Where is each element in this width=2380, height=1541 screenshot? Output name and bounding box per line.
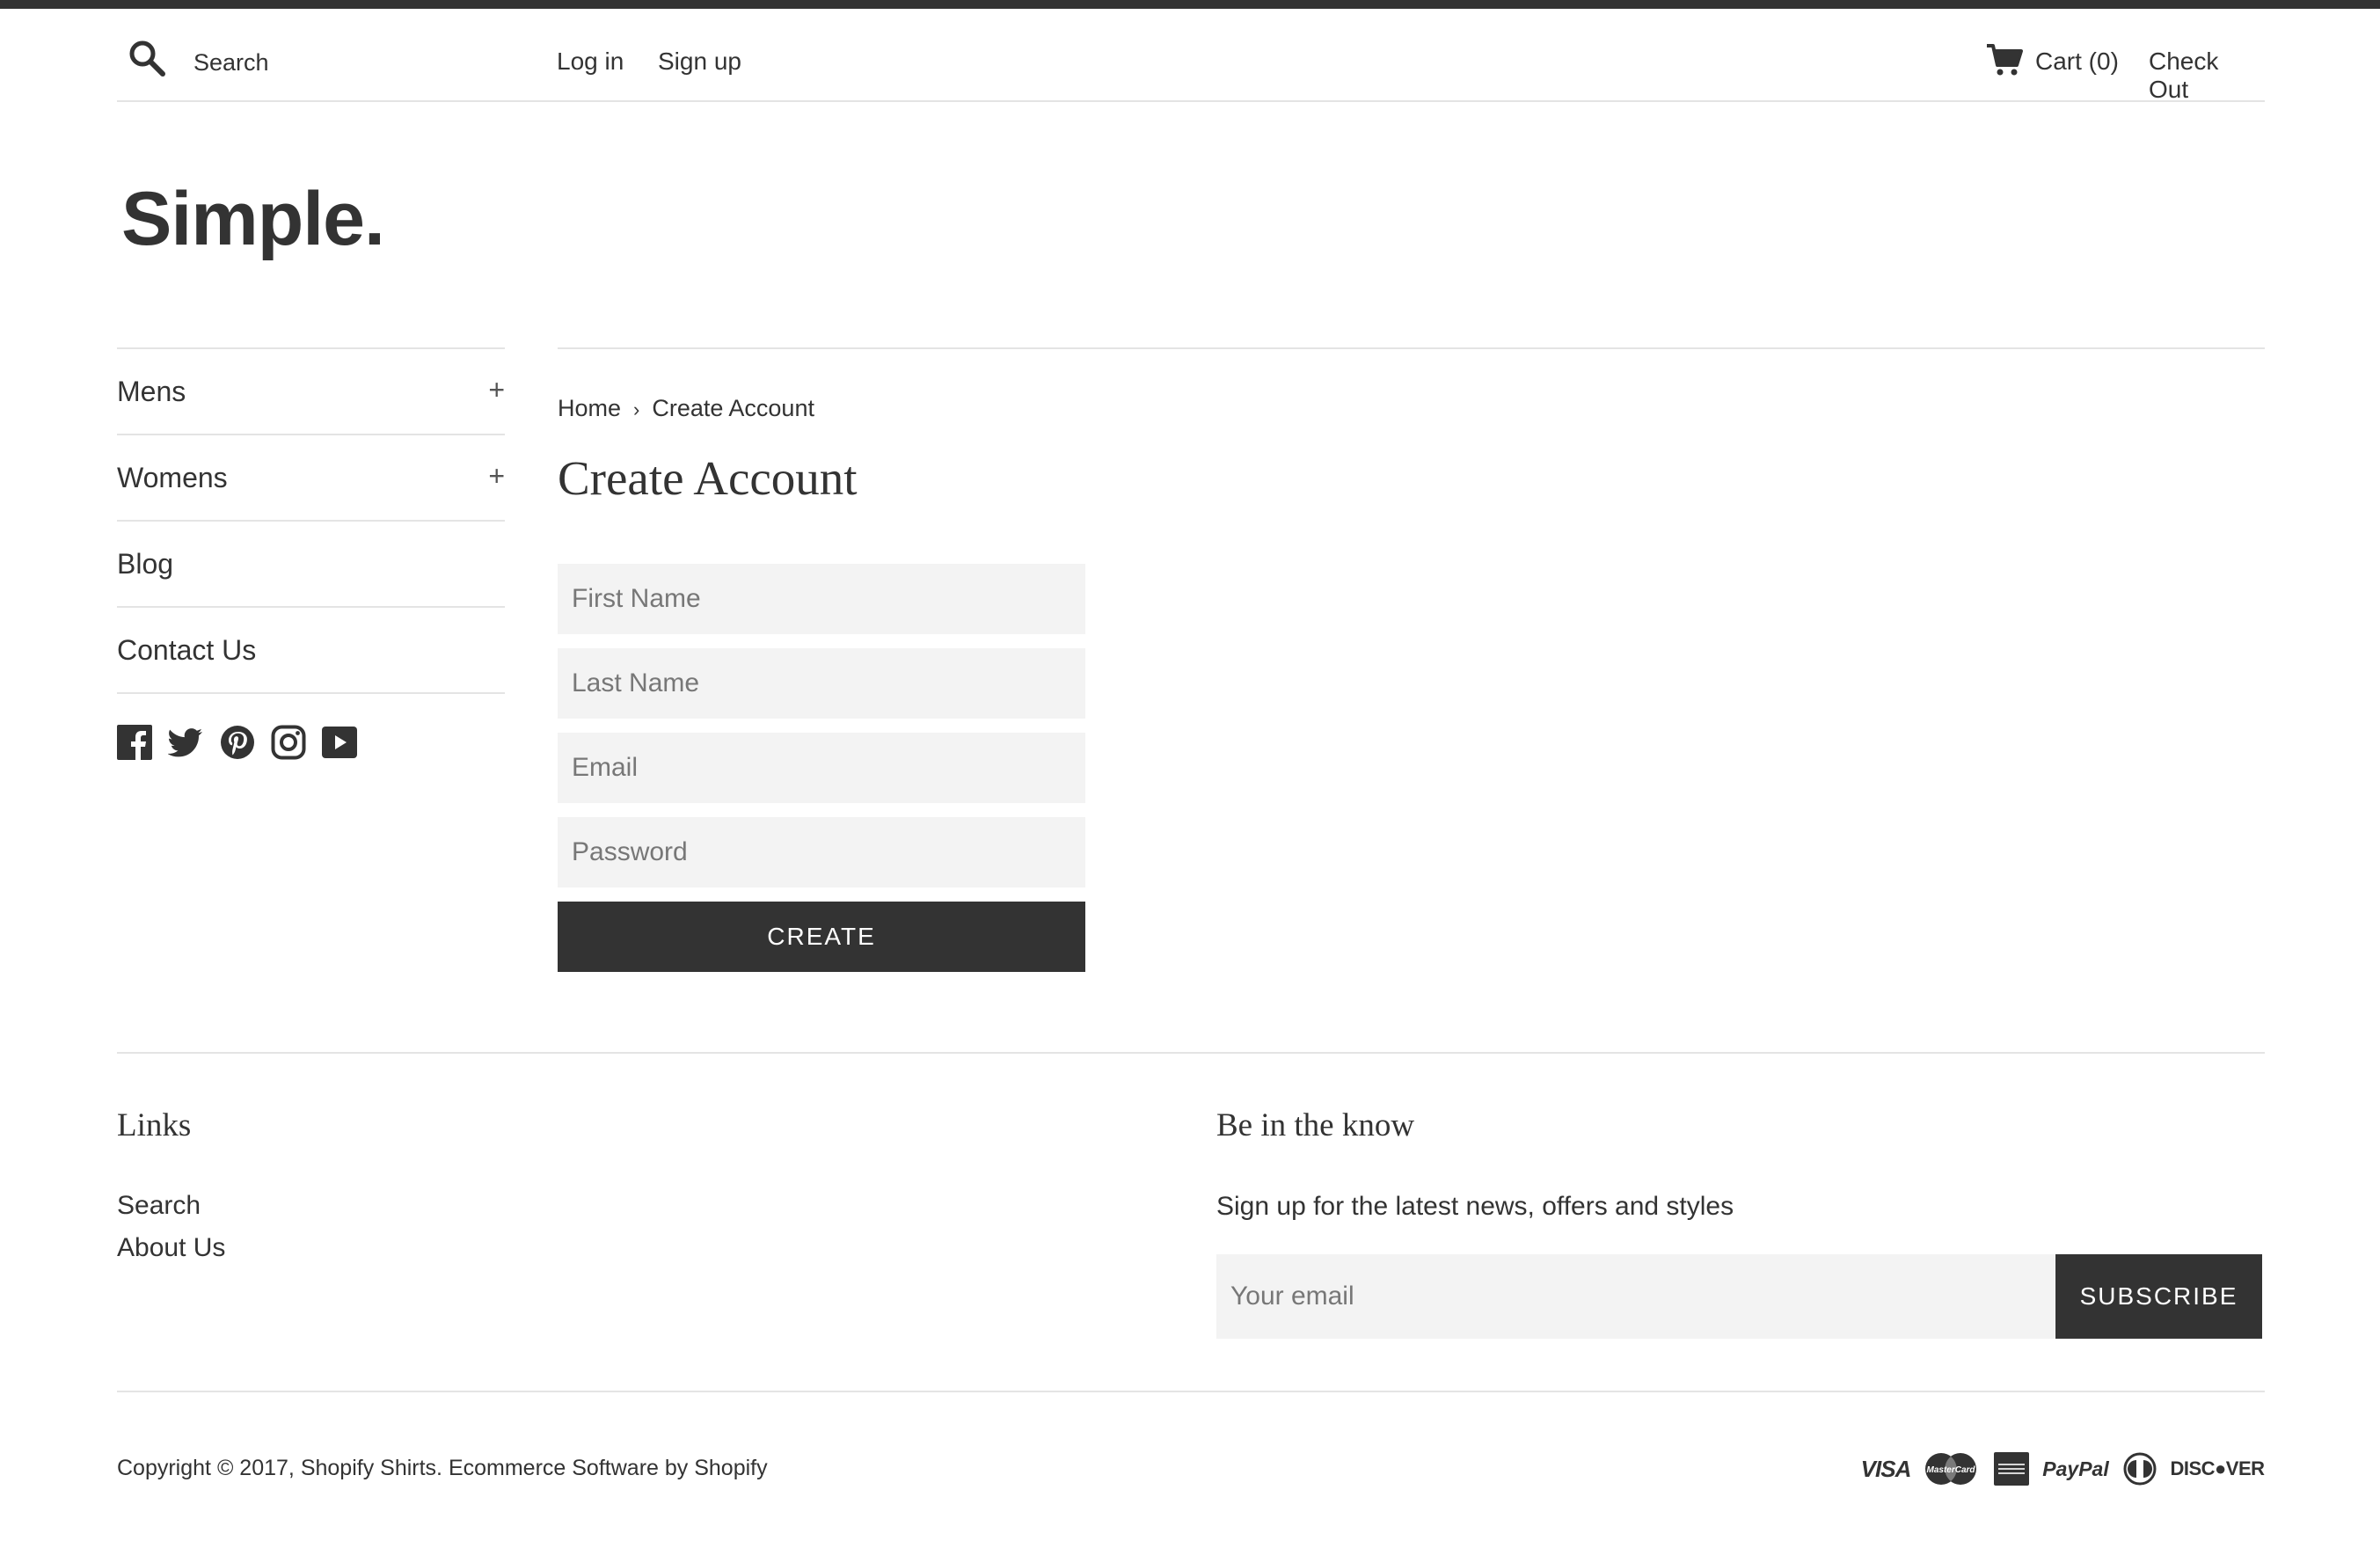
newsletter-heading: Be in the know xyxy=(1216,1107,1415,1143)
footer-link-about-us[interactable]: About Us xyxy=(117,1233,225,1263)
facebook-icon[interactable] xyxy=(117,725,152,760)
search-label[interactable]: Search xyxy=(193,49,269,77)
diners-club-icon xyxy=(2123,1450,2157,1488)
copyright-text[interactable]: Copyright © 2017, Shopify Shirts. xyxy=(117,1456,442,1480)
last-name-field[interactable] xyxy=(558,648,1085,719)
twitter-icon[interactable] xyxy=(168,725,203,760)
instagram-icon[interactable] xyxy=(271,725,306,760)
sidebar-item-mens[interactable]: Mens + xyxy=(117,347,505,434)
powered-by-link[interactable]: Ecommerce Software by Shopify xyxy=(449,1456,768,1480)
pinterest-icon[interactable] xyxy=(220,725,255,760)
breadcrumb-home-link[interactable]: Home xyxy=(558,395,621,421)
mastercard-icon: MasterCard xyxy=(1923,1450,1979,1488)
discover-icon: DISC●VER xyxy=(2170,1457,2265,1479)
footer-divider xyxy=(117,1052,2265,1054)
newsletter-email-input[interactable] xyxy=(1216,1254,2055,1339)
sidebar-item-label: Contact Us xyxy=(117,634,257,666)
sidebar-item-label: Mens xyxy=(117,376,186,407)
content-divider xyxy=(558,347,2265,349)
copyright: Copyright © 2017, Shopify Shirts. Ecomme… xyxy=(117,1456,768,1481)
page-title: Create Account xyxy=(558,451,858,505)
footer-bottom-divider xyxy=(117,1391,2265,1392)
sidebar-nav: Mens + Womens + Blog Contact Us xyxy=(117,347,505,694)
footer-link-search[interactable]: Search xyxy=(117,1191,201,1221)
password-field[interactable] xyxy=(558,817,1085,887)
login-link[interactable]: Log in xyxy=(557,47,624,76)
sidebar-item-womens[interactable]: Womens + xyxy=(117,434,505,520)
subscribe-button[interactable]: SUBSCRIBE xyxy=(2055,1254,2262,1339)
breadcrumb: Home › Create Account xyxy=(558,395,814,422)
sidebar-item-label: Womens xyxy=(117,462,228,493)
expand-plus-icon[interactable]: + xyxy=(488,374,505,406)
expand-plus-icon[interactable]: + xyxy=(488,460,505,493)
breadcrumb-separator: › xyxy=(633,398,640,420)
newsletter-text: Sign up for the latest news, offers and … xyxy=(1216,1192,1734,1221)
sidebar-item-contact-us[interactable]: Contact Us xyxy=(117,606,505,694)
svg-text:MasterCard: MasterCard xyxy=(1926,1465,1975,1475)
cart-icon[interactable] xyxy=(1985,42,2024,77)
paypal-icon: PayPal xyxy=(2042,1457,2109,1480)
signup-link[interactable]: Sign up xyxy=(658,47,741,76)
site-logo[interactable]: Simple. xyxy=(121,176,385,263)
youtube-icon[interactable] xyxy=(322,725,357,760)
amex-icon xyxy=(1993,1450,2030,1488)
visa-icon: VISA xyxy=(1860,1455,1912,1482)
sidebar-item-label: Blog xyxy=(117,548,174,580)
cart-link[interactable]: Cart (0) xyxy=(2035,47,2119,76)
first-name-field[interactable] xyxy=(558,564,1085,634)
breadcrumb-current: Create Account xyxy=(652,395,814,421)
site-header: Search Log in Sign up Cart (0) Check Out xyxy=(117,9,2265,104)
checkout-link[interactable]: Check Out xyxy=(2149,47,2265,104)
create-button[interactable]: CREATE xyxy=(558,902,1085,972)
search-icon[interactable] xyxy=(128,39,166,77)
footer-links-heading: Links xyxy=(117,1107,192,1143)
sidebar-item-blog[interactable]: Blog xyxy=(117,520,505,606)
email-field[interactable] xyxy=(558,733,1085,803)
top-accent-bar xyxy=(0,0,2380,9)
